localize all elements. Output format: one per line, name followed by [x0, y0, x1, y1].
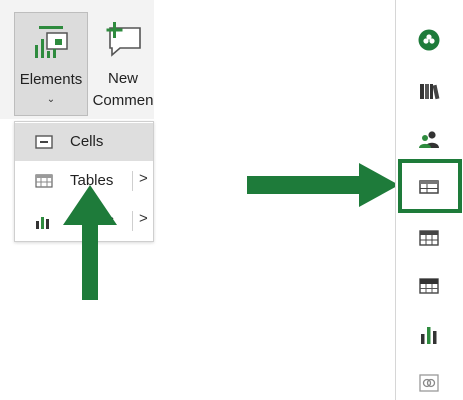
- elements-label: Elements: [19, 71, 83, 88]
- elements-icon: [35, 26, 68, 58]
- new-comment-button[interactable]: New Commen: [92, 12, 154, 116]
- charts-icon: [36, 217, 49, 229]
- tables-icon: [35, 174, 53, 188]
- table-header-icon[interactable]: [418, 275, 440, 297]
- add-circle-icon[interactable]: [418, 29, 440, 51]
- chevron-right-icon[interactable]: >: [139, 170, 148, 187]
- table-icon[interactable]: [418, 227, 440, 249]
- annotation-arrow-up-icon: [63, 185, 117, 300]
- menu-separator: [132, 171, 133, 191]
- users-icon[interactable]: [418, 128, 440, 150]
- menu-item-cells[interactable]: Cells: [15, 123, 153, 161]
- chevron-down-icon: ⌄: [46, 94, 56, 105]
- bar-chart-icon[interactable]: [418, 324, 440, 346]
- chevron-right-icon[interactable]: >: [139, 210, 148, 227]
- new-comment-label: New Commen: [92, 70, 154, 109]
- cells-button-highlight: [398, 159, 462, 213]
- elements-button[interactable]: Elements ⌄: [14, 12, 88, 116]
- new-comment-icon: [106, 22, 141, 57]
- menu-item-label: Cells: [70, 133, 104, 150]
- cells-icon: [35, 135, 53, 149]
- annotation-arrow-right-icon: [247, 163, 399, 207]
- menu-separator: [132, 211, 133, 231]
- link-image-icon[interactable]: [418, 372, 440, 394]
- library-icon[interactable]: [418, 80, 440, 102]
